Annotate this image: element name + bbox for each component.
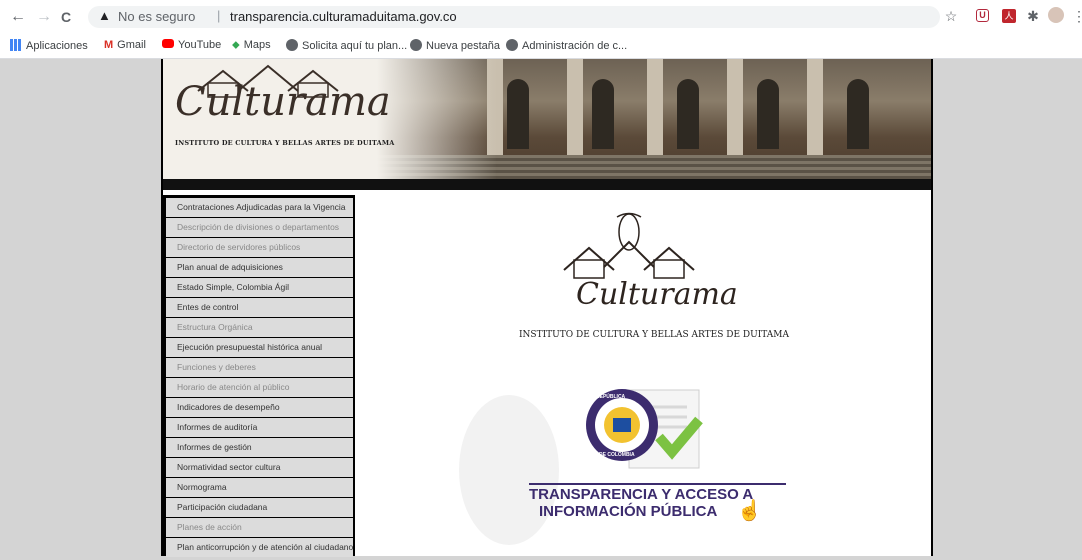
globe-icon: [286, 39, 298, 51]
pdf-icon[interactable]: 人: [1002, 9, 1016, 23]
gmail-icon: M: [104, 39, 114, 51]
watermark-seal: [449, 385, 569, 555]
sidebar-menu-item[interactable]: Horario de atención al público: [166, 378, 353, 397]
content-logo-text: Culturama: [576, 277, 738, 312]
transparency-seal-icon[interactable]: [569, 382, 729, 482]
sidebar-menu-item[interactable]: Informes de gestión: [166, 438, 353, 457]
security-label: No es seguro: [118, 9, 196, 24]
transparency-title[interactable]: TRANSPARENCIA Y ACCESO A: [529, 486, 753, 503]
youtube-icon: [162, 39, 174, 48]
address-bar[interactable]: [88, 6, 940, 28]
sidebar-menu-item[interactable]: Funciones y deberes: [166, 358, 353, 377]
star-icon[interactable]: ☆: [944, 9, 958, 23]
sidebar-menu-item[interactable]: Indicadores de desempeño: [166, 398, 353, 417]
browser-toolbar: ← → C ▲ No es seguro | transparencia.cul…: [0, 0, 1082, 34]
page-container: Culturama INSTITUTO DE CULTURA Y BELLAS …: [161, 59, 933, 558]
sidebar-menu-item[interactable]: Entes de control: [166, 298, 353, 317]
reload-icon[interactable]: C: [61, 8, 71, 26]
bookmark-nueva-pestana[interactable]: Nueva pestaña: [410, 39, 500, 52]
banner-subtitle: INSTITUTO DE CULTURA Y BELLAS ARTES DE D…: [175, 139, 395, 147]
sidebar-menu-item[interactable]: Plan anual de adquisiciones: [166, 258, 353, 277]
warning-icon[interactable]: ▲: [98, 8, 111, 23]
back-icon[interactable]: ←: [10, 8, 26, 26]
sidebar-menu: Contrataciones Adjudicadas para la Vigen…: [166, 198, 353, 558]
profile-avatar[interactable]: [1048, 7, 1064, 23]
sidebar: Contrataciones Adjudicadas para la Vigen…: [163, 195, 355, 558]
bookmark-youtube[interactable]: YouTube: [162, 39, 221, 51]
sidebar-menu-item[interactable]: Plan anticorrupción y de atención al ciu…: [166, 538, 353, 557]
sidebar-menu-item[interactable]: Participación ciudadana: [166, 498, 353, 517]
bookmark-apps[interactable]: Aplicaciones: [10, 39, 88, 52]
bookmark-solicita[interactable]: Solicita aquí tu plan...: [286, 39, 407, 52]
sidebar-menu-item[interactable]: Contrataciones Adjudicadas para la Vigen…: [166, 198, 353, 217]
sidebar-menu-item[interactable]: Normatividad sector cultura: [166, 458, 353, 477]
bookmark-administracion[interactable]: Administración de c...: [506, 39, 627, 52]
sidebar-menu-item[interactable]: Ejecución presupuestal histórica anual: [166, 338, 353, 357]
sidebar-menu-item[interactable]: Informes de auditoría: [166, 418, 353, 437]
extensions-icon[interactable]: ✱: [1026, 9, 1040, 23]
url-text[interactable]: transparencia.culturamaduitama.gov.co: [230, 9, 457, 24]
bookmark-maps[interactable]: ⬥ Maps: [232, 39, 271, 52]
seal-text-bottom: DE COLOMBIA: [599, 452, 635, 458]
transparency-subtitle[interactable]: INFORMACIÓN PÚBLICA: [539, 503, 717, 520]
sidebar-menu-item[interactable]: Estructura Orgánica: [166, 318, 353, 337]
maps-pin-icon: ⬥: [232, 39, 240, 51]
url-separator: |: [217, 8, 221, 23]
pocket-icon[interactable]: U: [976, 9, 989, 22]
menu-icon[interactable]: ⋮: [1072, 9, 1082, 23]
globe-icon: [506, 39, 518, 51]
main-content: Culturama INSTITUTO DE CULTURA Y BELLAS …: [359, 190, 931, 556]
sidebar-menu-item[interactable]: Directorio de servidores públicos: [166, 238, 353, 257]
sidebar-menu-item[interactable]: Normograma: [166, 478, 353, 497]
globe-icon: [410, 39, 422, 51]
institute-name: INSTITUTO DE CULTURA Y BELLAS ARTES DE D…: [519, 330, 789, 340]
sidebar-menu-item[interactable]: Planes de acción: [166, 518, 353, 537]
header-banner: Culturama INSTITUTO DE CULTURA Y BELLAS …: [163, 59, 931, 190]
sidebar-menu-item[interactable]: Descripción de divisiones o departamento…: [166, 218, 353, 237]
bookmark-gmail[interactable]: M Gmail: [104, 39, 146, 51]
bookmarks-bar: Aplicaciones M Gmail YouTube ⬥ Maps Solici…: [0, 34, 1082, 59]
hand-pointer-icon: ☝: [737, 500, 762, 522]
culturama-logo-icon: [563, 212, 695, 279]
forward-icon[interactable]: →: [36, 8, 52, 26]
sidebar-menu-item[interactable]: Estado Simple, Colombia Ágil: [166, 278, 353, 297]
seal-text-top: REPÚBLICA: [596, 394, 626, 400]
apps-grid-icon: [10, 39, 22, 51]
banner-logo-text[interactable]: Culturama: [175, 79, 391, 125]
